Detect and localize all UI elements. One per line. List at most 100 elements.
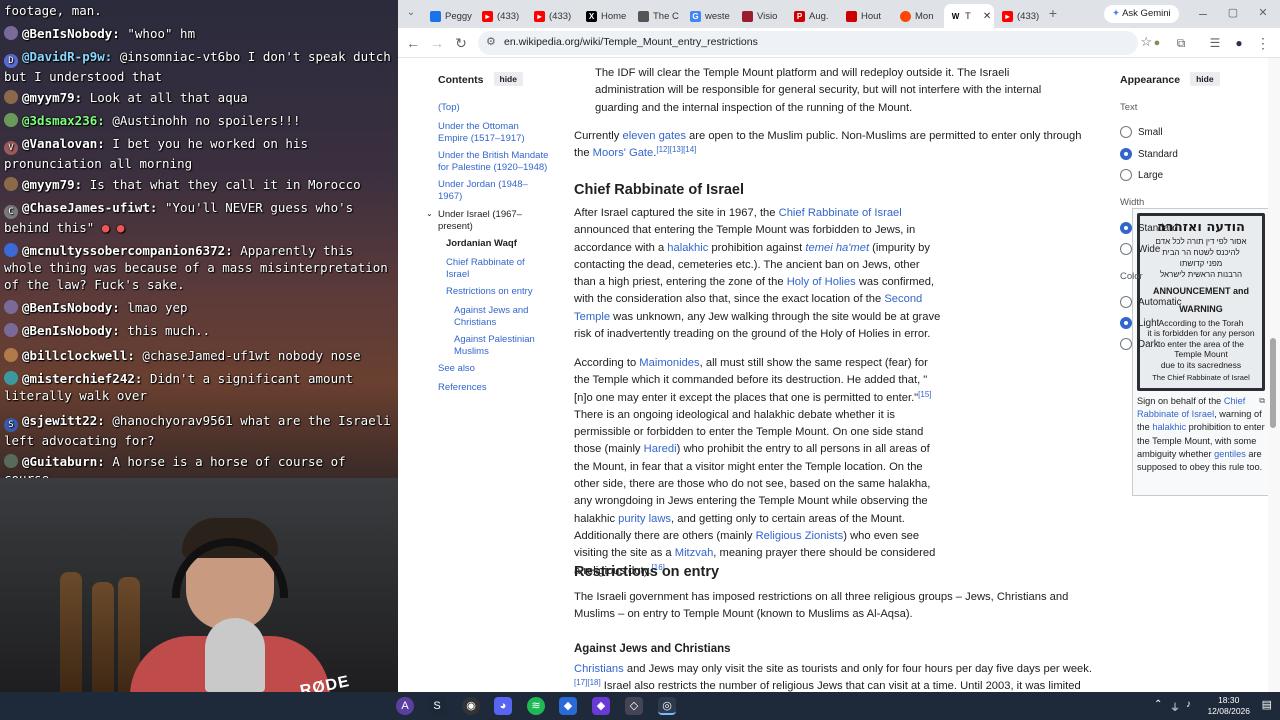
browser-tab[interactable]: P Aug.: [788, 4, 838, 28]
radio-button[interactable]: [1120, 126, 1132, 138]
back-icon[interactable]: ←: [404, 34, 422, 52]
toc-item-top[interactable]: (Top): [438, 102, 460, 114]
appearance-hide-button[interactable]: hide: [1190, 72, 1220, 86]
app-icon[interactable]: ◇: [625, 697, 643, 715]
toc-item-ottoman[interactable]: Under the Ottoman Empire (1517–1917): [438, 121, 533, 145]
radio-color-dark[interactable]: Dark: [1120, 338, 1159, 350]
radio-button[interactable]: [1120, 169, 1132, 181]
radio-color-automatic[interactable]: Automatic: [1120, 296, 1182, 308]
toc-item-british-mandate[interactable]: Under the British Mandate for Palestine …: [438, 150, 550, 174]
citation[interactable]: [12][13][14]: [656, 145, 696, 154]
link-gentiles[interactable]: gentiles: [1214, 449, 1246, 459]
link-eleven-gates[interactable]: eleven gates: [623, 130, 686, 142]
link-chief-rabbinate[interactable]: Chief Rabbinate of Israel: [779, 207, 902, 219]
puzzle-extensions-icon[interactable]: ⧉: [1172, 34, 1190, 52]
avatar: [4, 90, 18, 104]
link-mitzvah[interactable]: Mitzvah: [675, 547, 714, 559]
browser-tab[interactable]: Gweste: [684, 4, 734, 28]
forward-icon[interactable]: →: [428, 34, 446, 52]
radio-width-wide[interactable]: Wide: [1120, 243, 1160, 255]
toc-item-chief-rabbinate[interactable]: Chief Rabbinate of Israel: [446, 257, 538, 281]
sign-hebrew-line: מפני קדושתו: [1179, 259, 1223, 269]
menu-icon[interactable]: ⋮: [1254, 34, 1272, 52]
toc-item-against-muslims[interactable]: Against Palestinian Muslims: [454, 334, 544, 358]
radio-button[interactable]: [1120, 296, 1132, 308]
radio-button-selected[interactable]: [1120, 317, 1132, 329]
chrome-icon[interactable]: ◎: [658, 697, 676, 715]
address-bar[interactable]: ⚙ en.wikipedia.org/wiki/Temple_Mount_ent…: [478, 31, 1152, 55]
steam-icon[interactable]: S: [428, 697, 446, 715]
radio-button[interactable]: [1120, 338, 1132, 350]
page-scrollbar[interactable]: [1268, 58, 1280, 692]
obs-icon[interactable]: ◉: [462, 697, 480, 715]
maximize-icon[interactable]: ▢: [1224, 4, 1242, 22]
link-temei-hamet[interactable]: temei ha'met: [805, 242, 869, 254]
app-icon[interactable]: ◆: [559, 697, 577, 715]
system-clock[interactable]: 18:30 12/08/2026: [1207, 695, 1250, 717]
volume-icon[interactable]: ♪: [1186, 699, 1191, 710]
toc-item-references[interactable]: References: [438, 382, 487, 394]
browser-tab[interactable]: ▸ (433): [528, 4, 578, 28]
browser-tab-active[interactable]: W T ✕: [944, 4, 994, 28]
radio-text-large[interactable]: Large: [1120, 169, 1163, 181]
browser-tab[interactable]: X Home: [580, 4, 630, 28]
browser-tab[interactable]: The C: [632, 4, 682, 28]
live-chat: footage, man. @BenIsNobody: "whoo" hm D @…: [0, 0, 398, 478]
notification-icon[interactable]: ▤: [1262, 698, 1272, 711]
radio-color-light[interactable]: Light: [1120, 317, 1159, 329]
profile-avatar[interactable]: ●: [1230, 34, 1248, 52]
mic-icon[interactable]: ⏚: [1170, 699, 1180, 714]
chat-text: Is that what they call it in Morocco: [89, 177, 361, 192]
tab-search-icon[interactable]: ⌄: [402, 4, 420, 22]
radio-text-standard[interactable]: Standard: [1120, 148, 1178, 160]
browser-tab[interactable]: ▸ (433): [996, 4, 1046, 28]
radio-text-small[interactable]: Small: [1120, 126, 1163, 138]
close-tab-icon[interactable]: ✕: [983, 11, 991, 22]
link-religious-zionists[interactable]: Religious Zionists: [756, 530, 844, 542]
new-tab-icon[interactable]: +: [1044, 4, 1062, 22]
extension-icon[interactable]: ●: [1148, 34, 1166, 52]
spotify-icon[interactable]: ≋: [527, 697, 545, 715]
citation[interactable]: [15]: [918, 390, 931, 399]
tray-chevron-icon[interactable]: ⌃: [1154, 699, 1162, 710]
radio-button-selected[interactable]: [1120, 222, 1132, 234]
radio-button-selected[interactable]: [1120, 148, 1132, 160]
app-icon[interactable]: ◆: [592, 697, 610, 715]
arc-icon[interactable]: A: [396, 697, 414, 715]
citation[interactable]: [17][18]: [574, 678, 601, 687]
site-info-icon[interactable]: ⚙: [486, 35, 496, 48]
link-halakhic[interactable]: halakhic: [667, 242, 708, 254]
close-window-icon[interactable]: ✕: [1254, 4, 1272, 22]
avatar: [4, 371, 18, 385]
toc-item-israel[interactable]: Under Israel (1967–present): [438, 209, 533, 233]
link-holy-of-holies[interactable]: Holy of Holies: [787, 276, 856, 288]
toc-item-restrictions[interactable]: Restrictions on entry: [446, 286, 533, 298]
discord-icon[interactable]: ◕: [494, 697, 512, 715]
link-maimonides[interactable]: Maimonides: [639, 357, 699, 369]
link-haredi[interactable]: Haredi: [644, 443, 677, 455]
media-control-icon[interactable]: ☰: [1206, 34, 1224, 52]
link-moors-gate[interactable]: Moors' Gate: [593, 147, 654, 159]
browser-tab[interactable]: Visio: [736, 4, 786, 28]
browser-window: ⌄ Peggy ▸ (433) ▸ (433) X Home The C Gweste…: [398, 0, 1280, 692]
browser-tab[interactable]: Hout: [840, 4, 892, 28]
radio-width-standard[interactable]: Standard: [1120, 222, 1178, 234]
browser-tab[interactable]: Peggy: [424, 4, 472, 28]
toc-item-against-jews[interactable]: Against Jews and Christians: [454, 305, 544, 329]
toc-item-jordanian-waqf[interactable]: Jordanian Waqf: [446, 238, 517, 250]
link-christians[interactable]: Christians: [574, 663, 624, 675]
toc-item-jordan[interactable]: Under Jordan (1948–1967): [438, 179, 533, 203]
browser-tab[interactable]: Mon: [894, 4, 944, 28]
ask-gemini-button[interactable]: ✦ Ask Gemini: [1104, 5, 1179, 23]
reload-icon[interactable]: ↻: [452, 34, 470, 52]
browser-tab[interactable]: ▸ (433): [476, 4, 526, 28]
scrollbar-thumb[interactable]: [1270, 338, 1276, 428]
toc-hide-button[interactable]: hide: [493, 72, 523, 86]
minimize-icon[interactable]: –: [1194, 4, 1212, 22]
link-purity-laws[interactable]: purity laws: [618, 513, 671, 525]
radio-button[interactable]: [1120, 243, 1132, 255]
chat-message: C @ChaseJames-ufiwt: "You'll NEVER guess …: [4, 199, 392, 236]
link-halakhic[interactable]: halakhic: [1152, 422, 1186, 432]
toc-item-see-also[interactable]: See also: [438, 363, 475, 375]
collapse-chevron-icon[interactable]: ⌄: [426, 209, 433, 218]
